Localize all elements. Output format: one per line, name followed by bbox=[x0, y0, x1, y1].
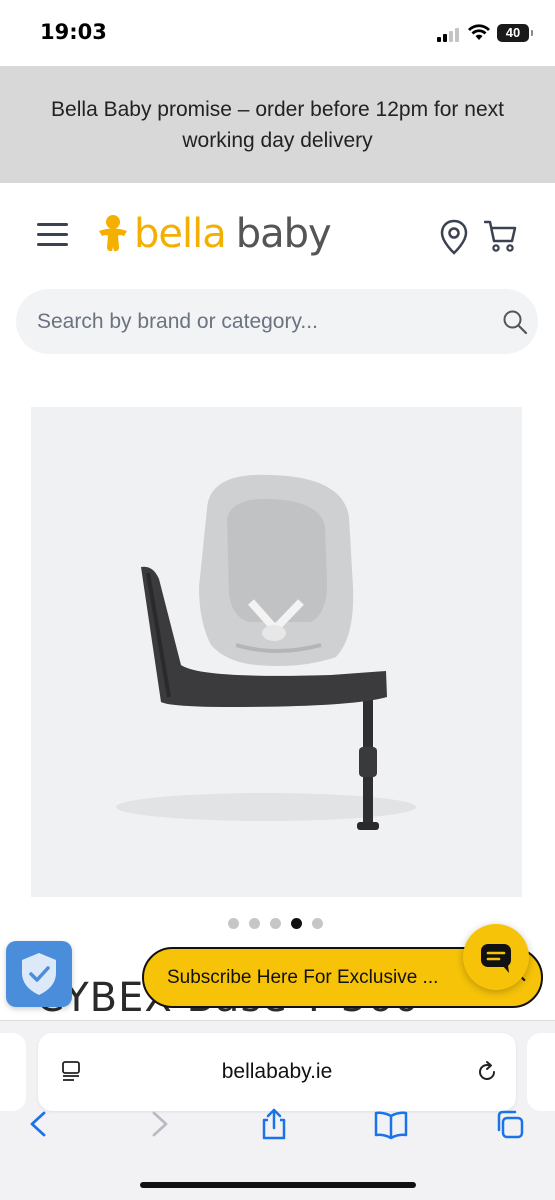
security-badge[interactable] bbox=[6, 941, 72, 1007]
chat-button[interactable] bbox=[463, 924, 529, 990]
logo[interactable]: bella baby bbox=[96, 209, 332, 259]
bookmarks-icon[interactable] bbox=[374, 1108, 408, 1140]
battery-icon: 40 bbox=[497, 24, 533, 42]
status-bar: 19:03 40 bbox=[0, 0, 555, 66]
search-bar bbox=[16, 289, 538, 354]
promo-text: Bella Baby promise – order before 12pm f… bbox=[51, 97, 504, 152]
carousel-dots bbox=[228, 918, 323, 930]
share-icon[interactable] bbox=[259, 1108, 289, 1140]
search-input[interactable] bbox=[37, 289, 477, 354]
wifi-icon bbox=[468, 24, 490, 40]
product-image[interactable] bbox=[31, 407, 522, 897]
hamburger-menu-icon[interactable] bbox=[37, 223, 68, 247]
back-icon[interactable] bbox=[24, 1108, 54, 1140]
forward-icon[interactable] bbox=[144, 1108, 174, 1140]
cellular-signal-icon bbox=[437, 28, 461, 42]
shield-check-icon bbox=[22, 953, 56, 995]
chat-bubble-icon bbox=[481, 944, 511, 973]
car-seat-image bbox=[116, 474, 416, 830]
store-location-icon[interactable] bbox=[440, 219, 468, 255]
carousel-dot[interactable] bbox=[270, 918, 281, 929]
home-indicator bbox=[140, 1182, 416, 1188]
subscribe-label: Subscribe Here For Exclusive ... bbox=[167, 967, 439, 988]
cart-icon[interactable] bbox=[484, 219, 518, 253]
promo-banner: Bella Baby promise – order before 12pm f… bbox=[0, 66, 555, 183]
tabs-icon[interactable] bbox=[494, 1108, 524, 1140]
carousel-dot[interactable] bbox=[228, 918, 239, 929]
carousel-dot[interactable] bbox=[249, 918, 260, 929]
address-bar[interactable]: bellababy.ie bbox=[38, 1033, 516, 1111]
status-time: 19:03 bbox=[40, 20, 107, 44]
logo-word-baby: baby bbox=[235, 211, 332, 257]
site-header: bella baby bbox=[0, 183, 555, 289]
previous-tab-preview[interactable] bbox=[0, 1033, 26, 1111]
logo-word-bella: bella bbox=[134, 211, 227, 257]
reload-icon[interactable] bbox=[475, 1060, 499, 1084]
search-icon[interactable] bbox=[502, 309, 528, 335]
carousel-dot[interactable] bbox=[312, 918, 323, 929]
url-text: bellababy.ie bbox=[221, 1060, 333, 1083]
next-tab-preview[interactable] bbox=[527, 1033, 555, 1111]
carousel-dot-active[interactable] bbox=[291, 918, 302, 929]
page: 19:03 40 Bella Baby promise – order befo… bbox=[0, 0, 555, 1200]
baby-figure-icon bbox=[99, 215, 127, 252]
